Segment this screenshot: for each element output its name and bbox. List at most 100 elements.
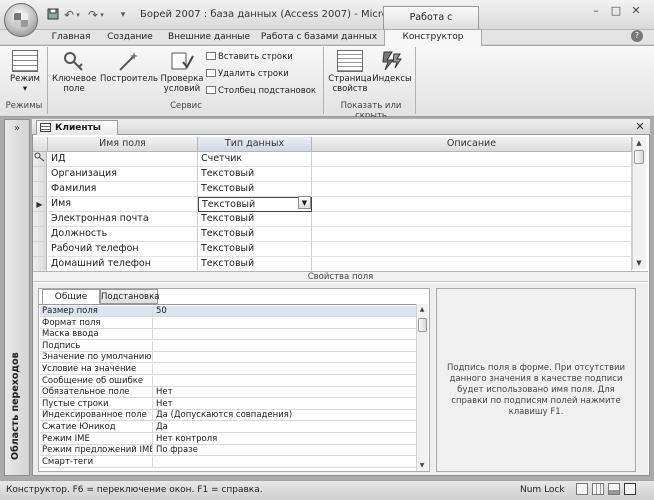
design-view-icon[interactable]	[624, 483, 636, 495]
insert-rows-button[interactable]: Вставить строки	[206, 52, 293, 62]
test-rules-button[interactable]: Проверка условий	[160, 50, 204, 94]
tab-home[interactable]: Главная	[48, 30, 94, 45]
tab-create[interactable]: Создание	[102, 30, 158, 45]
tab-lookup[interactable]: Подстановка	[100, 289, 159, 304]
description-cell[interactable]	[312, 167, 632, 182]
maximize-button[interactable]: □	[607, 4, 625, 18]
group-label-show-hide: Показать или скрыть	[340, 101, 402, 121]
data-type-cell[interactable]: Текстовый	[198, 212, 312, 227]
pivot-table-view-icon[interactable]	[592, 483, 604, 495]
office-logo-icon	[14, 13, 28, 27]
tab-design[interactable]: Конструктор	[384, 29, 482, 46]
property-help-text: Подпись поля в форме. При отсутствии дан…	[436, 288, 636, 472]
property-value[interactable]	[154, 457, 416, 468]
primary-key-button[interactable]: Ключевое поле	[52, 50, 96, 94]
property-value[interactable]	[154, 352, 416, 363]
document-close-icon[interactable]: ✕	[634, 120, 646, 134]
data-type-cell[interactable]: Текстовый	[198, 197, 312, 212]
data-type-cell[interactable]: Счетчик	[198, 152, 312, 167]
view-button[interactable]: Режим ▾	[4, 50, 46, 94]
description-cell[interactable]	[312, 227, 632, 242]
data-type-cell[interactable]: Текстовый	[198, 242, 312, 257]
property-value[interactable]	[154, 318, 416, 329]
scroll-thumb[interactable]	[634, 150, 644, 164]
customize-toolbar-icon[interactable]: ▾	[116, 8, 130, 22]
office-button[interactable]	[4, 3, 38, 37]
field-name-cell[interactable]: Фамилия	[48, 182, 198, 197]
indexes-button[interactable]: Индексы	[372, 50, 412, 84]
property-value[interactable]: Нет	[154, 387, 416, 398]
data-type-cell[interactable]: Текстовый	[198, 167, 312, 182]
lookup-column-label: Столбец подстановок	[218, 86, 317, 96]
description-cell[interactable]	[312, 212, 632, 227]
scroll-up-icon[interactable]: ▲	[632, 138, 646, 148]
data-type-cell[interactable]: Текстовый	[198, 227, 312, 242]
nav-pane-toggle-icon[interactable]: »	[5, 122, 29, 136]
property-sheet-button[interactable]: Страница свойств	[328, 50, 372, 94]
row-selector[interactable]	[33, 257, 47, 272]
description-cell[interactable]	[312, 197, 632, 212]
tab-external-data[interactable]: Внешние данные	[166, 30, 252, 45]
view-button-label: Режим	[10, 74, 40, 84]
description-cell[interactable]	[312, 182, 632, 197]
column-header-description[interactable]: Описание	[312, 137, 632, 152]
row-selector[interactable]	[33, 227, 47, 242]
property-sheet-icon	[337, 50, 363, 72]
builder-button[interactable]: Построитель	[100, 50, 158, 84]
row-selector[interactable]	[33, 212, 47, 227]
description-cell[interactable]	[312, 152, 632, 167]
pivot-chart-view-icon[interactable]	[608, 483, 620, 495]
navigation-pane[interactable]: » Область переходов	[4, 119, 30, 476]
data-type-dropdown-icon[interactable]: ▼	[298, 196, 311, 209]
property-value[interactable]: 50	[154, 306, 416, 317]
row-selector[interactable]	[33, 167, 47, 182]
chevron-down-icon: ▾	[22, 84, 28, 94]
minimize-button[interactable]: –	[587, 4, 605, 18]
field-name-cell[interactable]: ИД	[48, 152, 198, 167]
property-value[interactable]	[154, 376, 416, 387]
property-value[interactable]: Нет контроля	[154, 434, 416, 445]
property-name: Значение по умолчанию	[42, 352, 153, 363]
data-type-cell[interactable]: Текстовый	[198, 257, 312, 272]
field-name-cell[interactable]: Рабочий телефон	[48, 242, 198, 257]
description-cell[interactable]	[312, 242, 632, 257]
field-name-cell[interactable]: Имя	[48, 197, 198, 212]
test-rules-icon	[169, 50, 195, 72]
properties-scroll-down-icon[interactable]: ▼	[416, 461, 428, 470]
column-header-field-name[interactable]: Имя поля	[48, 137, 198, 152]
description-cell[interactable]	[312, 257, 632, 272]
row-selector[interactable]	[33, 182, 47, 197]
property-value[interactable]	[154, 364, 416, 375]
row-selector[interactable]	[33, 242, 47, 257]
redo-dropdown-icon[interactable]: ▾	[98, 8, 106, 22]
field-name-cell[interactable]: Должность	[48, 227, 198, 242]
property-value[interactable]	[154, 329, 416, 340]
property-value[interactable]: По фразе	[154, 445, 416, 456]
help-icon[interactable]: ?	[631, 30, 643, 42]
row-selector[interactable]	[33, 152, 47, 167]
undo-dropdown-icon[interactable]: ▾	[74, 8, 82, 22]
tab-general[interactable]: Общие	[42, 289, 100, 304]
document-tab-bar	[32, 119, 650, 135]
datasheet-view-icon[interactable]	[576, 483, 588, 495]
property-name: Сжатие Юникод	[40, 422, 153, 433]
scroll-down-icon[interactable]: ▼	[632, 258, 646, 268]
property-value[interactable]: Да	[154, 422, 416, 433]
close-button[interactable]: ✕	[627, 4, 645, 18]
property-value[interactable]	[154, 341, 416, 352]
data-type-cell[interactable]: Текстовый	[198, 182, 312, 197]
property-value[interactable]: Да (Допускаются совпадения)	[154, 410, 416, 421]
field-name-cell[interactable]: Организация	[48, 167, 198, 182]
properties-scroll-up-icon[interactable]: ▲	[416, 305, 428, 314]
delete-rows-button[interactable]: Удалить строки	[206, 69, 289, 79]
tab-database-tools[interactable]: Работа с базами данных	[260, 30, 378, 45]
save-icon[interactable]	[46, 8, 60, 22]
table-icon	[40, 123, 51, 132]
column-header-data-type[interactable]: Тип данных	[198, 137, 312, 152]
properties-scroll-thumb[interactable]	[418, 318, 427, 332]
field-name-cell[interactable]: Электронная почта	[48, 212, 198, 227]
row-selector[interactable]: ▶	[33, 197, 47, 212]
field-name-cell[interactable]: Домашний телефон	[48, 257, 198, 272]
property-value[interactable]: Нет	[154, 399, 416, 410]
lookup-column-button[interactable]: Столбец подстановок	[206, 86, 316, 96]
